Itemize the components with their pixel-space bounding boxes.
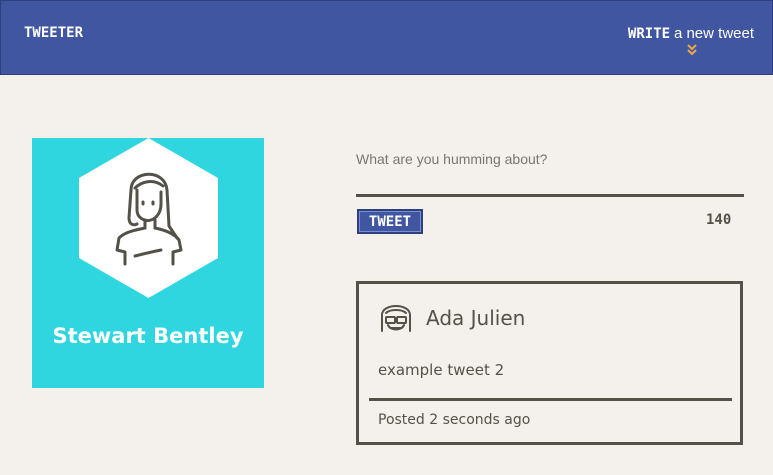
tweet-submit-button[interactable]: TWEET (357, 209, 423, 234)
compose-light-label: a new tweet (673, 25, 754, 42)
profile-card: Stewart Bentley (32, 138, 264, 388)
profile-avatar (79, 138, 218, 303)
tweet-input[interactable] (356, 145, 744, 197)
write-new-tweet-toggle[interactable]: WRITE a new tweet (627, 25, 754, 56)
tweet-timestamp: Posted 2 seconds ago (378, 412, 531, 428)
glasses-avatar-icon (378, 297, 414, 342)
woman-avatar-icon (79, 138, 218, 298)
character-counter: 140 (706, 212, 732, 228)
compose-strong-label: WRITE (627, 26, 671, 42)
tweet-divider (369, 398, 732, 401)
chevron-double-down-icon (686, 44, 698, 56)
brand-logo[interactable]: TWEETER (24, 25, 83, 41)
profile-name: Stewart Bentley (52, 324, 244, 348)
tweet-author-name: Ada Julien (426, 306, 526, 330)
tweet-text: example tweet 2 (378, 361, 505, 379)
tweet-card: Ada Julien example tweet 2 Posted 2 seco… (356, 281, 743, 445)
top-nav: TWEETER WRITE a new tweet (0, 0, 773, 75)
